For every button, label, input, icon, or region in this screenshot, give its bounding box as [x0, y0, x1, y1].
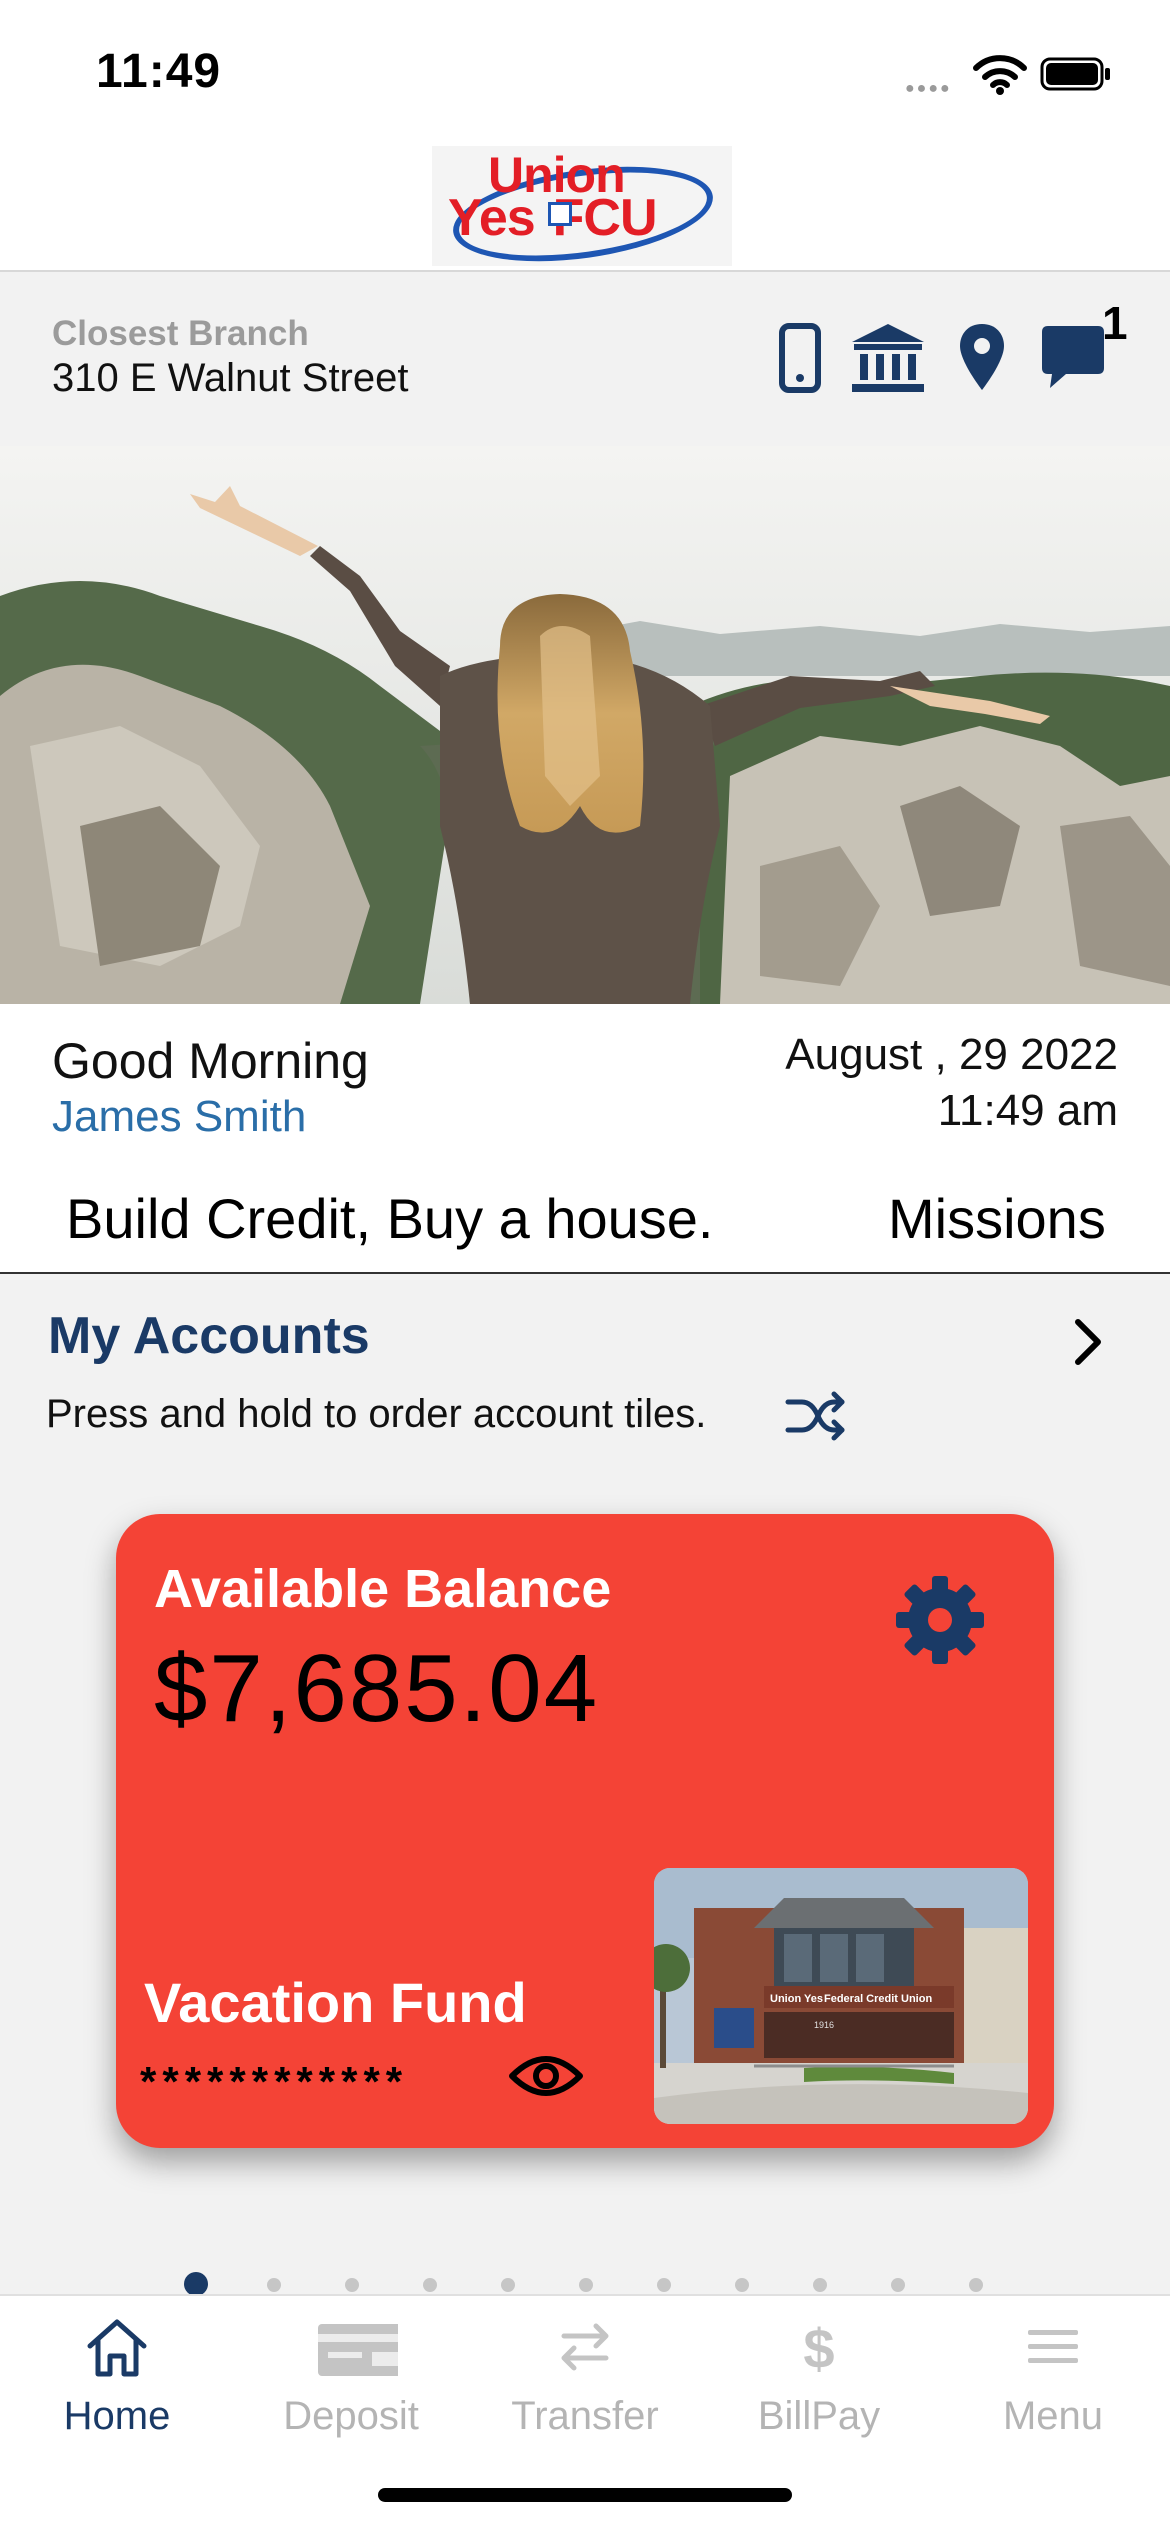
tab-transfer-label: Transfer	[511, 2394, 659, 2438]
branch-address: 310 E Walnut Street	[52, 356, 409, 400]
shuffle-icon[interactable]	[784, 1390, 848, 1442]
tab-deposit[interactable]: Deposit	[234, 2296, 468, 2476]
building-number: 1916	[814, 2020, 834, 2030]
check-deposit-icon	[318, 2324, 398, 2376]
closest-branch-bar[interactable]: Closest Branch 310 E Walnut Street 1	[0, 274, 1170, 446]
pager-dot[interactable]	[501, 2278, 515, 2292]
transfer-arrows-icon	[561, 2323, 609, 2371]
union-yes-fcu-logo: Union Yes FCU	[432, 146, 732, 276]
union-yes-federal-credit-union-building-photo: Union Yes Federal Credit Union 1916	[654, 1868, 1028, 2124]
promo-tabs: Build Credit, Buy a house. Missions	[0, 1172, 1170, 1272]
gear-icon[interactable]	[890, 1570, 990, 1670]
pager-dot[interactable]	[184, 2272, 208, 2296]
building-sign-left: Union Yes	[770, 1993, 823, 2005]
app-screen: 11:49 ●●●● Union Yes FCU Closest Branch 3…	[0, 0, 1170, 2532]
cellular-dots-icon: ●●●●	[905, 80, 952, 97]
pager-dot[interactable]	[969, 2278, 983, 2292]
battery-full-icon	[1040, 57, 1110, 91]
user-name: James Smith	[52, 1092, 307, 1141]
my-accounts-title[interactable]: My Accounts	[48, 1306, 370, 1366]
home-indicator[interactable]	[378, 2488, 792, 2502]
eye-icon[interactable]	[508, 2046, 584, 2106]
account-card-vacation-fund[interactable]: Available Balance $7,685.04 Vacation Fun…	[116, 1514, 1054, 2148]
bank-icon[interactable]	[848, 322, 928, 394]
tab-menu[interactable]: Menu	[936, 2296, 1170, 2476]
pager-dot[interactable]	[891, 2278, 905, 2292]
current-time: 11:49 am	[937, 1086, 1118, 1135]
pager-dot[interactable]	[423, 2278, 437, 2292]
building-sign-right: Federal Credit Union	[824, 1993, 932, 2005]
hero-photo	[0, 446, 1170, 1004]
greeting-text: Good Morning	[52, 1033, 369, 1089]
status-bar: 11:49 ●●●●	[0, 0, 1170, 140]
tab-deposit-label: Deposit	[283, 2394, 419, 2438]
location-pin-icon[interactable]	[956, 322, 1008, 394]
logo-text-yes: Yes	[448, 189, 536, 247]
svg-text:$: $	[803, 2317, 834, 2380]
pager-dot[interactable]	[735, 2278, 749, 2292]
logo-header: Union Yes FCU	[0, 140, 1170, 276]
message-count-badge: 1	[1102, 297, 1128, 349]
account-name: Vacation Fund	[144, 1971, 527, 2034]
pager-dot[interactable]	[267, 2278, 281, 2292]
tab-transfer[interactable]: Transfer	[468, 2296, 702, 2476]
pager-dot[interactable]	[345, 2278, 359, 2292]
tab-billpay-label: BillPay	[757, 2394, 881, 2438]
tab-menu-label: Menu	[1002, 2394, 1104, 2438]
pager-dot[interactable]	[813, 2278, 827, 2292]
tab-billpay[interactable]: $ BillPay	[702, 2296, 936, 2476]
status-time: 11:49	[96, 45, 222, 98]
home-icon	[87, 2319, 147, 2377]
chevron-right-icon[interactable]	[1068, 1314, 1108, 1370]
pager-dot[interactable]	[579, 2278, 593, 2292]
pager-dot[interactable]	[657, 2278, 671, 2292]
wifi-icon	[973, 55, 1027, 95]
woman-arms-outstretched-canyon-photo	[0, 446, 1170, 1004]
tab-home-label: Home	[63, 2394, 171, 2438]
dollar-icon: $	[803, 2317, 834, 2380]
branch-label: Closest Branch	[52, 314, 309, 353]
mobile-phone-icon[interactable]	[776, 322, 824, 394]
logo-checkbox-icon	[548, 202, 572, 226]
tab-build-credit[interactable]: Build Credit, Buy a house.	[66, 1186, 713, 1251]
greeting-section: Good Morning James Smith August , 29 202…	[0, 1004, 1170, 1274]
reorder-hint: Press and hold to order account tiles.	[46, 1392, 707, 1436]
current-date: August , 29 2022	[785, 1030, 1118, 1079]
masked-account-number: ************	[140, 2058, 409, 2105]
chat-bubble-icon[interactable]	[1036, 322, 1108, 394]
tab-missions[interactable]: Missions	[888, 1186, 1106, 1251]
available-balance-label: Available Balance	[154, 1559, 612, 1619]
available-balance-value: $7,685.04	[154, 1635, 600, 1742]
hamburger-menu-icon	[1028, 2330, 1078, 2363]
tab-home[interactable]: Home	[0, 2296, 234, 2476]
